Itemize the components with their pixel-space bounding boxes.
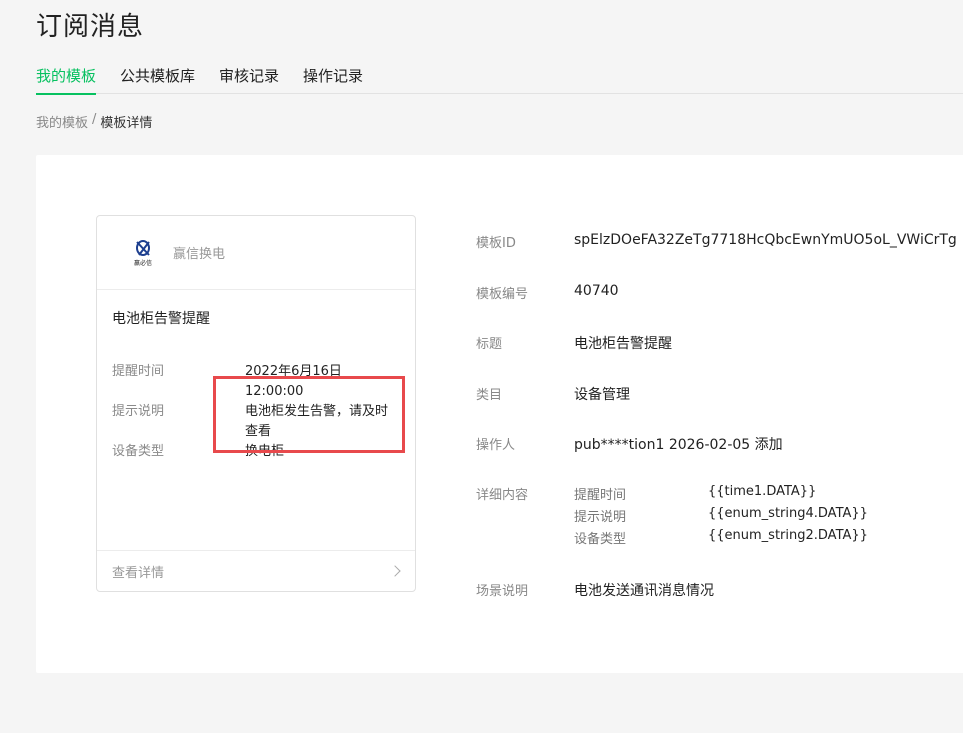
account-name: 赢信换电 (173, 247, 226, 262)
detail-label: 标题 (476, 337, 503, 352)
tab-my-templates[interactable]: 我的模板 (36, 66, 97, 95)
content-field-key: 提醒时间 (574, 488, 627, 503)
content-field-value: {{time1.DATA}} (708, 484, 817, 499)
tab-operation-records[interactable]: 操作记录 (303, 66, 363, 94)
breadcrumb-parent-link[interactable]: 我的模板 (36, 112, 88, 131)
view-details-link[interactable]: 查看详情 (97, 550, 415, 591)
page-title: 订阅消息 (36, 12, 145, 42)
detail-label: 详细内容 (476, 488, 529, 503)
detail-row-category: 类目 设备管理 (476, 384, 630, 404)
tab-public-library[interactable]: 公共模板库 (120, 66, 195, 94)
detail-label: 模板ID (476, 236, 516, 251)
brand-logo-icon: 赢必信 (131, 239, 155, 267)
detail-row-operator: 操作人 pub****tion1 2026-02-05 添加 (476, 434, 783, 454)
view-details-label: 查看详情 (112, 565, 165, 581)
content-field-value: {{enum_string4.DATA}} (708, 506, 868, 521)
template-id-value: spElzDOeFA32ZeTg7718HcQbcEwnYmUO5oL_VWiC… (574, 232, 957, 248)
content-fields: 提醒时间 {{time1.DATA}} 提示说明 {{enum_string4.… (574, 484, 868, 547)
detail-row-template-no: 模板编号 40740 (476, 283, 619, 302)
operator-value: pub****tion1 2026-02-05 添加 (574, 437, 783, 453)
detail-label: 类目 (476, 388, 503, 403)
detail-panel: 赢必信 赢信换电 电池柜告警提醒 提醒时间 2022年6月16日 12:00:0… (36, 155, 963, 673)
preview-header: 赢必信 赢信换电 (97, 216, 415, 290)
title-value: 电池柜告警提醒 (574, 336, 672, 352)
content-field-row: 提示说明 {{enum_string4.DATA}} (574, 506, 868, 525)
tab-bar: 我的模板 公共模板库 审核记录 操作记录 (36, 66, 963, 95)
detail-row-title: 标题 电池柜告警提醒 (476, 333, 672, 353)
detail-row-content: 详细内容 提醒时间 {{time1.DATA}} 提示说明 {{enum_str… (476, 484, 868, 547)
content-field-value: {{enum_string2.DATA}} (708, 528, 868, 543)
content-field-row: 提醒时间 {{time1.DATA}} (574, 484, 868, 503)
detail-label: 模板编号 (476, 287, 529, 302)
breadcrumb-separator: / (92, 112, 97, 127)
logo-caption: 赢必信 (134, 259, 152, 267)
detail-label: 操作人 (476, 438, 516, 453)
highlight-box (213, 376, 405, 453)
chevron-right-icon (389, 565, 401, 577)
detail-row-scene: 场景说明 电池发送通讯消息情况 (476, 580, 714, 600)
breadcrumb-current: 模板详情 (100, 116, 153, 131)
content-field-key: 设备类型 (574, 532, 627, 547)
template-no-value: 40740 (574, 283, 619, 299)
content-field-row: 设备类型 {{enum_string2.DATA}} (574, 528, 868, 547)
content-field-key: 提示说明 (574, 510, 627, 525)
scene-value: 电池发送通讯消息情况 (574, 583, 714, 599)
detail-label: 场景说明 (476, 584, 529, 599)
category-value: 设备管理 (574, 387, 630, 403)
detail-row-template-id: 模板ID spElzDOeFA32ZeTg7718HcQbcEwnYmUO5oL… (476, 232, 957, 251)
message-preview-card: 赢必信 赢信换电 电池柜告警提醒 提醒时间 2022年6月16日 12:00:0… (96, 215, 416, 592)
message-title: 电池柜告警提醒 (112, 311, 210, 327)
breadcrumb: 我的模板 / 模板详情 (36, 112, 152, 131)
tab-review-records[interactable]: 审核记录 (219, 66, 279, 94)
